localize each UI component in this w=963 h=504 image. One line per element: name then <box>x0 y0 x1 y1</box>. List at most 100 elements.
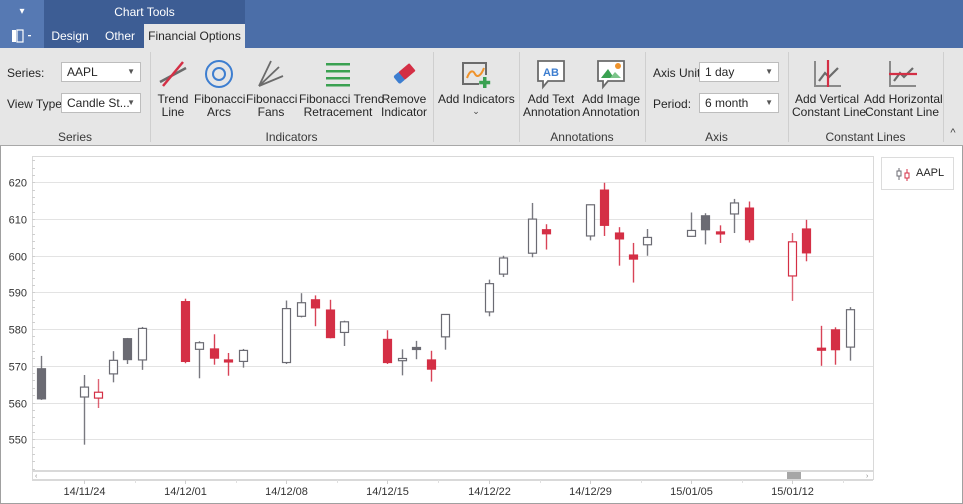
candle-body <box>382 338 393 364</box>
fibonacci-retracement-button[interactable]: Fibonacci Trend Retracement <box>299 52 384 119</box>
candle-body <box>223 359 234 363</box>
book-icon <box>12 29 31 43</box>
candle <box>296 293 307 318</box>
group-label-constant-lines: Constant Lines <box>825 130 906 144</box>
add-indicators-button[interactable]: Add Indicators ⌄ <box>438 52 515 116</box>
axis-unit-combo[interactable]: 1 day ▼ <box>699 62 779 82</box>
y-tick-label: 620 <box>9 178 27 190</box>
add-vertical-constant-line-button[interactable]: Add Vertical Constant Line <box>792 52 867 119</box>
add-image-annotation-button[interactable]: Add Image Annotation <box>582 52 640 119</box>
period-combo[interactable]: 6 month ▼ <box>699 93 779 113</box>
candle <box>79 374 90 445</box>
y-tick-label: 560 <box>9 399 27 411</box>
candle-body <box>830 329 841 351</box>
candle-body <box>281 307 292 364</box>
view-type-combo[interactable]: Candle St... ▼ <box>61 93 141 113</box>
candle <box>686 212 697 237</box>
button-label: Fans <box>257 105 285 119</box>
x-tick-label: 14/11/24 <box>63 486 105 498</box>
candle-body <box>397 357 408 362</box>
candle-body <box>194 342 205 350</box>
candle <box>729 198 740 234</box>
candle-body <box>700 215 711 231</box>
app-menu-button[interactable] <box>10 28 36 44</box>
trend-line-button[interactable]: Trend Line <box>154 52 192 119</box>
legend-series-name[interactable]: AAPL <box>916 167 944 179</box>
candle <box>830 327 841 365</box>
eraser-icon <box>393 63 416 84</box>
candle-body <box>744 207 755 241</box>
chevron-down-icon: ▼ <box>765 67 773 76</box>
fibonacci-arcs-icon <box>205 60 233 88</box>
axis-unit-combo-value: 1 day <box>705 65 735 79</box>
x-tick-label: 14/12/15 <box>366 486 409 498</box>
candle <box>36 355 47 400</box>
candle <box>223 352 234 376</box>
scrollbar-thumb[interactable] <box>787 472 801 479</box>
x-scrollbar[interactable]: ‹ › <box>32 471 874 481</box>
chevron-down-icon: ⌄ <box>472 106 480 116</box>
candle <box>397 349 408 376</box>
tab-label: Design <box>51 29 89 43</box>
scrollbar-track[interactable] <box>32 471 874 480</box>
candle <box>310 295 321 327</box>
candle <box>108 351 119 383</box>
candle-body <box>440 313 451 338</box>
button-label: Annotation <box>582 105 640 119</box>
button-label: Constant Line <box>792 105 867 119</box>
group-label-indicators: Indicators <box>265 130 318 144</box>
quick-access-dropdown-icon[interactable]: ▾ <box>14 4 30 20</box>
fibonacci-fans-button[interactable]: Fibonacci Fans <box>246 52 297 119</box>
svg-text:AB: AB <box>543 67 559 79</box>
candle-body <box>801 228 812 254</box>
tab-other[interactable]: Other <box>98 24 142 48</box>
candle <box>122 337 133 364</box>
remove-indicator-button[interactable]: Remove Indicator <box>380 52 428 119</box>
horizontal-constant-line-icon <box>889 61 917 87</box>
candle <box>614 227 625 266</box>
x-tick-label: 14/12/08 <box>265 486 308 498</box>
candle <box>484 279 495 317</box>
chevron-down-icon: ▼ <box>765 98 773 107</box>
candle-body <box>79 386 90 398</box>
candle <box>700 213 711 245</box>
y-tick-label: 610 <box>9 215 27 227</box>
candle <box>585 204 596 241</box>
candle-body <box>614 232 625 240</box>
candle <box>715 225 726 243</box>
candle-body <box>310 299 321 309</box>
tab-financial-options[interactable]: Financial Options <box>144 24 245 48</box>
candle <box>440 313 451 350</box>
candle-body <box>816 347 827 351</box>
vertical-constant-line-icon <box>814 60 841 87</box>
button-label: Annotation <box>523 105 581 119</box>
group-separator <box>433 52 434 142</box>
candle-body <box>498 257 509 275</box>
add-horizontal-constant-line-button[interactable]: Add Horizontal Constant Line <box>864 52 943 119</box>
button-label: Add Indicators <box>438 92 515 106</box>
add-text-annotation-button[interactable]: AB Add Text Annotation <box>523 52 581 119</box>
candle-body <box>93 391 104 399</box>
series-combo[interactable]: AAPL ▼ <box>61 62 141 82</box>
candle <box>137 326 148 370</box>
tab-design[interactable]: Design <box>47 24 93 48</box>
group-separator <box>150 52 151 142</box>
candle <box>411 340 422 360</box>
x-tick-label: 15/01/12 <box>771 486 814 498</box>
candle-body <box>180 301 191 363</box>
candle <box>801 219 812 262</box>
candlestick-series <box>36 182 856 445</box>
button-label: Line <box>161 105 185 119</box>
candlestick-legend-icon <box>896 168 910 181</box>
candle-body <box>599 189 610 226</box>
plot-area <box>32 156 874 471</box>
candle-body <box>325 309 336 339</box>
candle-body <box>296 302 307 317</box>
fibonacci-retracement-icon <box>326 63 350 87</box>
candle-body <box>484 283 495 313</box>
collapse-ribbon-button[interactable]: ^ <box>946 127 960 141</box>
y-tick-label: 550 <box>9 435 27 447</box>
group-separator <box>519 52 520 142</box>
series-label: Series: <box>7 66 45 80</box>
fibonacci-arcs-button[interactable]: Fibonacci Arcs <box>194 52 245 119</box>
